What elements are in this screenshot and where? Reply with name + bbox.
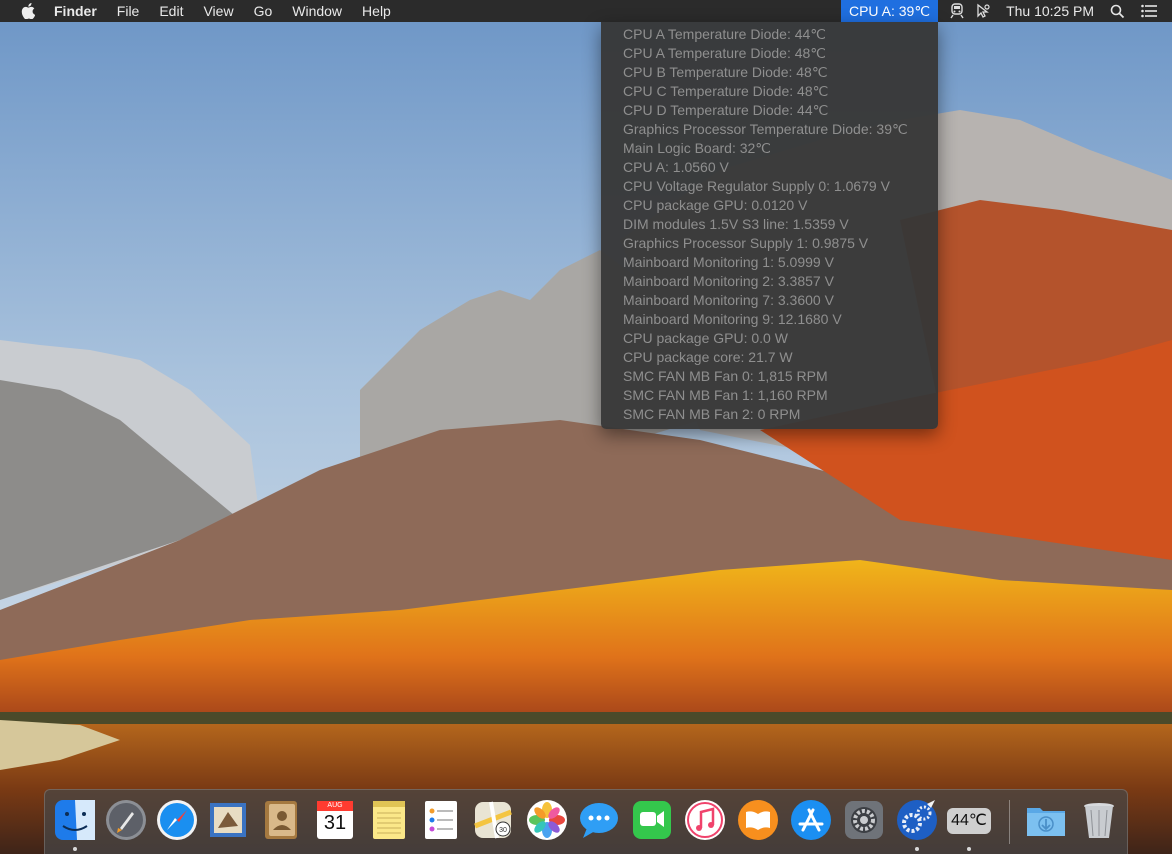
calendar-day: 31 <box>323 812 347 834</box>
sensor-row: CPU A: 1.0560 V <box>623 159 729 175</box>
sensor-row: CPU package core: 21.7 W <box>623 349 793 365</box>
sensor-row: Mainboard Monitoring 9: 12.1680 V <box>623 311 842 327</box>
menu-view[interactable]: View <box>193 0 243 22</box>
menu-app-name[interactable]: Finder <box>54 0 107 22</box>
desktop-wallpaper <box>0 0 1172 854</box>
notes-icon <box>373 801 405 839</box>
gear-icon <box>845 801 883 839</box>
sensor-row: CPU Voltage Regulator Supply 0: 1.0679 V <box>623 178 890 194</box>
app-store-icon <box>791 800 831 840</box>
maps-icon: 30 <box>474 801 512 839</box>
dock-contacts[interactable] <box>259 798 303 842</box>
sensor-row: CPU D Temperature Diode: 44℃ <box>623 102 829 118</box>
sensor-row: CPU A Temperature Diode: 48℃ <box>623 45 827 61</box>
dock-app-store[interactable] <box>789 798 833 842</box>
launchpad-icon <box>106 800 146 840</box>
dock-finder[interactable] <box>53 798 97 851</box>
svg-text:30: 30 <box>499 827 507 834</box>
running-indicator <box>73 847 77 851</box>
dock-temperature[interactable]: 44℃ <box>947 798 991 851</box>
search-icon[interactable] <box>1108 0 1126 22</box>
sensor-row: SMC FAN MB Fan 2: 0 RPM <box>623 406 801 422</box>
trash-icon <box>1084 803 1114 838</box>
dock-reminders[interactable] <box>419 798 463 842</box>
dock-ibooks[interactable] <box>736 798 780 842</box>
temperature-badge: 44℃ <box>947 808 991 834</box>
facetime-icon <box>633 801 671 839</box>
photos-icon <box>527 800 567 840</box>
contacts-icon <box>265 801 297 839</box>
finder-icon <box>55 800 95 840</box>
dock-separator <box>1009 800 1010 844</box>
sensor-row: CPU B Temperature Diode: 48℃ <box>623 64 828 80</box>
reminders-icon <box>425 801 457 839</box>
sensor-row: Graphics Processor Temperature Diode: 39… <box>623 121 908 137</box>
sensor-row: CPU A Temperature Diode: 44℃ <box>623 26 827 42</box>
menubar-clock[interactable]: Thu 10:25 PM <box>996 3 1104 19</box>
sensor-row: CPU package GPU: 0.0 W <box>623 330 788 346</box>
dock-launchpad[interactable] <box>104 798 148 842</box>
dock-notes[interactable] <box>367 798 411 842</box>
train-icon[interactable] <box>948 0 966 22</box>
ibooks-icon <box>738 800 778 840</box>
mail-icon <box>210 803 246 837</box>
sensor-row: Mainboard Monitoring 2: 3.3857 V <box>623 273 834 289</box>
menu-edit[interactable]: Edit <box>149 0 193 22</box>
dock-mail[interactable] <box>206 798 250 842</box>
wallpaper-landscape <box>0 0 1172 854</box>
sensor-row: CPU package GPU: 0.0120 V <box>623 197 808 213</box>
cursor-icon[interactable] <box>974 0 992 22</box>
menu-window[interactable]: Window <box>282 0 352 22</box>
downloads-folder-icon <box>1027 808 1065 836</box>
dock-safari[interactable] <box>155 798 199 842</box>
sensor-dropdown-menu: CPU A Temperature Diode: 44℃ CPU A Tempe… <box>601 22 938 429</box>
dock-trash[interactable] <box>1077 798 1121 842</box>
gears-icon <box>897 800 937 840</box>
menu-file[interactable]: File <box>107 0 150 22</box>
sensor-row: Graphics Processor Supply 1: 0.9875 V <box>623 235 869 251</box>
messages-icon <box>580 803 618 838</box>
menu-help[interactable]: Help <box>352 0 401 22</box>
menu-bar: Finder File Edit View Go Window Help CPU… <box>0 0 1172 22</box>
cpu-temp-status-item[interactable]: CPU A: 39℃ <box>840 0 939 22</box>
dock-maps[interactable]: 30 <box>471 798 515 842</box>
dock-hardware-monitor[interactable] <box>895 798 939 851</box>
itunes-icon <box>685 800 725 840</box>
sensor-row: Mainboard Monitoring 1: 5.0999 V <box>623 254 834 270</box>
menu-go[interactable]: Go <box>244 0 283 22</box>
dock-calendar[interactable]: AUG 31 <box>313 798 357 842</box>
dock-itunes[interactable] <box>683 798 727 842</box>
sensor-row: CPU C Temperature Diode: 48℃ <box>623 83 829 99</box>
safari-icon <box>157 800 197 840</box>
running-indicator <box>967 847 971 851</box>
calendar-month: AUG <box>327 802 343 809</box>
sensor-row: SMC FAN MB Fan 1: 1,160 RPM <box>623 387 828 403</box>
running-indicator <box>915 847 919 851</box>
dock-facetime[interactable] <box>630 798 674 842</box>
apple-icon[interactable] <box>16 3 40 19</box>
sensor-row: Mainboard Monitoring 7: 3.3600 V <box>623 292 834 308</box>
dock: AUG 31 30 44℃ <box>44 789 1128 854</box>
dock-downloads[interactable] <box>1024 798 1068 842</box>
sensor-row: DIM modules 1.5V S3 line: 1.5359 V <box>623 216 849 232</box>
dock-messages[interactable] <box>577 798 621 842</box>
list-icon[interactable] <box>1140 0 1158 22</box>
sensor-row: SMC FAN MB Fan 0: 1,815 RPM <box>623 368 828 384</box>
dock-system-preferences[interactable] <box>842 798 886 842</box>
sensor-row: Main Logic Board: 32℃ <box>623 140 772 156</box>
dock-photos[interactable] <box>525 798 569 842</box>
